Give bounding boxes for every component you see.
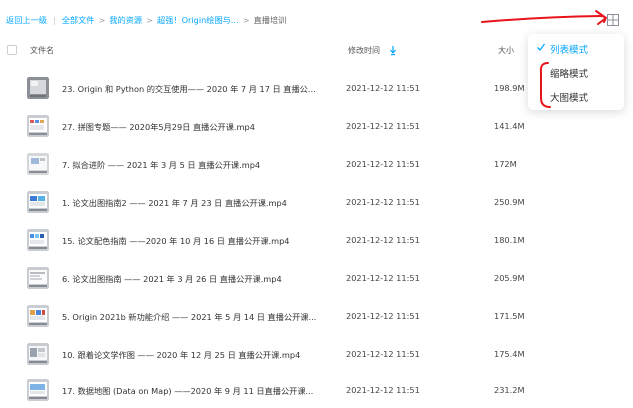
- file-modified-time: 2021-12-12 11:51: [346, 273, 420, 283]
- view-mode-toggle-button[interactable]: [606, 12, 620, 26]
- file-size: 175.4M: [494, 349, 525, 359]
- video-thumbnail: [27, 191, 49, 213]
- file-modified-time: 2021-12-12 11:51: [346, 121, 420, 131]
- checkmark-icon: [537, 43, 546, 51]
- back-link[interactable]: 返回上一级: [6, 14, 47, 26]
- menu-item-list-mode[interactable]: 列表模式: [528, 37, 624, 59]
- file-row[interactable]: 7. 拟合进阶 —— 2021 年 3 月 5 日 直播公开课.mp4 2021…: [0, 146, 633, 182]
- file-name[interactable]: 15. 论文配色指南 ——2020 年 10 月 16 日 直播公开课.mp4: [62, 235, 290, 247]
- sort-descending-icon[interactable]: [389, 45, 397, 56]
- file-row[interactable]: 27. 拼图专题—— 2020年5月29日 直播公开课.mp4 2021-12-…: [0, 108, 633, 144]
- column-header-size[interactable]: 大小: [498, 45, 514, 56]
- file-modified-time: 2021-12-12 11:51: [346, 197, 420, 207]
- file-row[interactable]: 6. 论文出图指南 —— 2021 年 3 月 26 日 直播公开课.mp4 2…: [0, 260, 633, 296]
- breadcrumb-divider: |: [52, 15, 56, 25]
- video-file-icon: [27, 267, 49, 289]
- annotation-underline: [481, 14, 607, 23]
- file-name[interactable]: 5. Origin 2021b 新功能介绍 —— 2021 年 5 月 14 日…: [62, 311, 316, 323]
- file-size: 141.4M: [494, 121, 525, 131]
- breadcrumb: 返回上一级 | 全部文件 > 我的资源 > 超强！Origin绘图与... > …: [6, 13, 286, 27]
- grid-view-icon: [607, 14, 619, 26]
- file-row[interactable]: 1. 论文出图指南2 —— 2021 年 7 月 23 日 直播公开课.mp4 …: [0, 184, 633, 220]
- file-size: 205.9M: [494, 273, 525, 283]
- file-name[interactable]: 27. 拼图专题—— 2020年5月29日 直播公开课.mp4: [62, 121, 255, 133]
- file-name[interactable]: 23. Origin 和 Python 的交互使用—— 2020 年 7 月 1…: [62, 83, 316, 95]
- file-modified-time: 2021-12-12 11:51: [346, 235, 420, 245]
- file-size: 172M: [494, 159, 517, 169]
- video-thumbnail: [27, 229, 49, 251]
- file-name[interactable]: 17. 数据地图 (Data on Map) ——2020 年 9 月 11 日…: [62, 385, 313, 397]
- breadcrumb-origin-folder[interactable]: 超强！Origin绘图与...: [157, 14, 239, 26]
- file-size: 250.9M: [494, 197, 525, 207]
- view-mode-menu: 列表模式 缩略模式 大图模式: [528, 34, 624, 110]
- menu-item-label: 列表模式: [550, 45, 589, 56]
- video-thumbnail: [27, 153, 49, 175]
- video-thumbnail: [27, 267, 49, 289]
- video-thumbnail: [27, 77, 49, 99]
- file-name[interactable]: 6. 论文出图指南 —— 2021 年 3 月 26 日 直播公开课.mp4: [62, 273, 282, 285]
- file-size: 231.2M: [494, 385, 525, 395]
- file-name[interactable]: 10. 跟着论文学作图 —— 2020 年 12 月 25 日 直播公开课.mp…: [62, 349, 300, 361]
- file-row[interactable]: 10. 跟着论文学作图 —— 2020 年 12 月 25 日 直播公开课.mp…: [0, 336, 633, 372]
- file-size: 171.5M: [494, 311, 525, 321]
- breadcrumb-separator: >: [98, 15, 106, 25]
- file-row[interactable]: 15. 论文配色指南 ——2020 年 10 月 16 日 直播公开课.mp4 …: [0, 222, 633, 258]
- video-file-icon: [27, 77, 49, 99]
- column-header-name[interactable]: 文件名: [30, 45, 54, 56]
- file-row[interactable]: 17. 数据地图 (Data on Map) ——2020 年 9 月 11 日…: [0, 372, 633, 408]
- video-file-icon: [27, 343, 49, 365]
- menu-item-label: 缩略模式: [550, 69, 589, 80]
- file-modified-time: 2021-12-12 11:51: [346, 385, 420, 395]
- select-all-checkbox[interactable]: [7, 45, 17, 55]
- video-file-icon: [27, 305, 49, 327]
- video-file-icon: [27, 153, 49, 175]
- video-file-icon: [27, 229, 49, 251]
- file-size: 198.9M: [494, 83, 525, 93]
- video-file-icon: [27, 379, 49, 401]
- breadcrumb-separator: >: [146, 15, 153, 25]
- video-thumbnail: [27, 305, 49, 327]
- file-modified-time: 2021-12-12 11:51: [346, 349, 420, 359]
- file-size: 180.1M: [494, 235, 525, 245]
- breadcrumb-all-files[interactable]: 全部文件: [62, 14, 95, 26]
- menu-item-large-icon-mode[interactable]: 大图模式: [528, 85, 624, 107]
- breadcrumb-my-resources[interactable]: 我的资源: [109, 14, 142, 26]
- file-name[interactable]: 1. 论文出图指南2 —— 2021 年 7 月 23 日 直播公开课.mp4: [62, 197, 287, 209]
- video-thumbnail: [27, 343, 49, 365]
- menu-item-thumbnail-mode[interactable]: 缩略模式: [528, 61, 624, 83]
- file-modified-time: 2021-12-12 11:51: [346, 83, 420, 93]
- menu-item-label: 大图模式: [550, 93, 589, 104]
- file-modified-time: 2021-12-12 11:51: [346, 159, 420, 169]
- video-file-icon: [27, 115, 49, 137]
- column-header-time[interactable]: 修改时间: [348, 45, 380, 56]
- video-file-icon: [27, 191, 49, 213]
- video-thumbnail: [27, 115, 49, 137]
- video-thumbnail: [27, 379, 49, 401]
- breadcrumb-separator: >: [242, 15, 250, 25]
- annotation-arrowhead: [595, 10, 607, 25]
- file-name[interactable]: 7. 拟合进阶 —— 2021 年 3 月 5 日 直播公开课.mp4: [62, 159, 260, 171]
- breadcrumb-current: 直播培训: [253, 15, 287, 25]
- file-row[interactable]: 5. Origin 2021b 新功能介绍 —— 2021 年 5 月 14 日…: [0, 298, 633, 334]
- file-modified-time: 2021-12-12 11:51: [346, 311, 420, 321]
